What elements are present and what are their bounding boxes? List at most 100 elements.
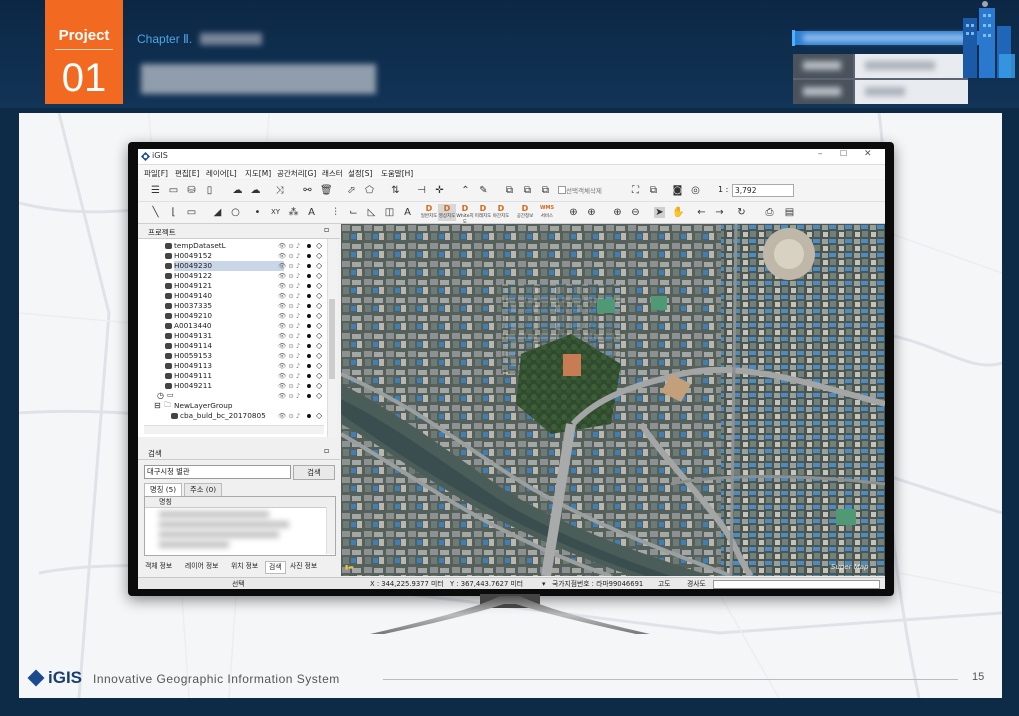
wms-service-button[interactable]: WMS 서비스	[536, 204, 558, 221]
result-item-redacted[interactable]	[159, 531, 279, 538]
tree-row[interactable]: H0049122 👁 ⊙ ♪ ◇	[138, 271, 326, 281]
basemap-spatial-button[interactable]: D 공간정보	[516, 204, 534, 221]
menu-edit[interactable]: 편집[E]	[175, 168, 199, 179]
basemap-white-button[interactable]: D White지도	[456, 204, 474, 225]
result-item-redacted[interactable]	[159, 511, 269, 518]
text-icon[interactable]: A	[306, 207, 317, 218]
gps-icon[interactable]: ⊕	[568, 207, 579, 218]
results-scrollbar[interactable]	[326, 507, 335, 554]
delete-selected-checkbox[interactable]	[558, 186, 566, 194]
visibility-icon[interactable]: 👁 ⊙ ♪	[278, 281, 300, 291]
visibility-icon[interactable]: 👁 ⊙ ♪	[278, 271, 300, 281]
visibility-icon[interactable]: 👁 ⊙ ♪	[278, 341, 300, 351]
tree-row[interactable]: H0049121 👁 ⊙ ♪ ◇	[138, 281, 326, 291]
tree-row[interactable]: H0059153 👁 ⊙ ♪ ◇	[138, 351, 326, 361]
xy-point-icon[interactable]: XY	[270, 207, 281, 218]
draw-point-icon[interactable]: •	[252, 207, 263, 218]
measure-distance-icon[interactable]: ⌙	[348, 207, 359, 218]
draw-line-icon[interactable]: ╲	[150, 207, 161, 218]
zoom-out-icon[interactable]: ⊖	[630, 207, 641, 218]
menu-layer[interactable]: 레이어[L]	[206, 168, 237, 179]
locate-icon[interactable]: ⊕	[586, 207, 597, 218]
pan-hand-icon[interactable]: ✋	[672, 207, 684, 218]
search-panel-minimize[interactable]: ▫	[324, 446, 329, 455]
union-icon[interactable]: ⧉	[504, 185, 515, 196]
delete-icon[interactable]: 🗑	[320, 185, 333, 196]
back-arrow-icon[interactable]: ←	[696, 207, 707, 218]
camera-icon[interactable]: ◙	[672, 185, 683, 196]
measure-point-icon[interactable]: ⫶	[330, 207, 341, 218]
visibility-icon[interactable]: 👁 ⊙ ♪	[278, 241, 300, 251]
tab-address-results[interactable]: 주소 (0)	[184, 483, 223, 496]
menu-file[interactable]: 파일[F]	[144, 168, 168, 179]
cloud-upload-icon[interactable]: ☁	[232, 185, 243, 196]
visibility-icon[interactable]: 👁 ⊙ ♪	[278, 321, 300, 331]
brush-icon[interactable]: ✎	[478, 185, 489, 196]
print-icon[interactable]: ⎙	[764, 207, 775, 218]
minimize-button[interactable]: –	[818, 149, 823, 159]
tab-object-info[interactable]: 객체 정보	[142, 561, 175, 572]
basemap-future-button[interactable]: D 미래지도	[474, 204, 492, 221]
menu-raster[interactable]: 래스터	[322, 168, 343, 179]
menu-help[interactable]: 도움말[H]	[381, 168, 413, 179]
node-icon[interactable]: ⁂	[288, 207, 299, 218]
visibility-icon[interactable]: 👁 ⊙ ♪	[278, 411, 300, 421]
tree-row[interactable]: tempDatasetL 👁 ⊙ ♪ ◇	[138, 241, 326, 251]
visibility-icon[interactable]: 👁 ⊙ ♪	[278, 251, 300, 261]
satellite-map-view[interactable]: Super Map ▮▬	[341, 224, 885, 576]
tree-row[interactable]: H0037335 👁 ⊙ ♪ ◇	[138, 301, 326, 311]
cross-icon[interactable]: ✛	[434, 185, 445, 196]
tree-row[interactable]: H0049140 👁 ⊙ ♪ ◇	[138, 291, 326, 301]
tab-search[interactable]: 검색	[265, 561, 286, 574]
result-item-redacted[interactable]	[159, 521, 289, 528]
tab-location-info[interactable]: 위치 정보	[228, 561, 261, 572]
refresh-icon[interactable]: ↻	[736, 207, 747, 218]
visibility-icon[interactable]: 👁 ⊙ ♪	[278, 381, 300, 391]
edit-node-icon[interactable]: ⬀	[346, 185, 357, 196]
menu-settings[interactable]: 설정[S]	[348, 168, 372, 179]
measure-text-icon[interactable]: A	[402, 207, 413, 218]
menu-map[interactable]: 지도[M]	[245, 168, 271, 179]
visibility-icon[interactable]: 👁 ⊙ ♪	[278, 351, 300, 361]
list-icon[interactable]: ☰	[150, 185, 161, 196]
draw-polyline-icon[interactable]: ⌊	[168, 207, 179, 218]
target-icon[interactable]: ◎	[690, 185, 701, 196]
draw-rectangle-icon[interactable]: ▭	[186, 207, 197, 218]
tab-name-results[interactable]: 명칭 (5)	[144, 483, 183, 496]
collapse-icon[interactable]: ⊟	[154, 401, 161, 410]
reshape-icon[interactable]: ⬠	[364, 185, 375, 196]
measure-area-icon[interactable]: ◺	[366, 207, 377, 218]
tree-row[interactable]: H0049210 👁 ⊙ ♪ ◇	[138, 311, 326, 321]
maximize-button[interactable]: ☐	[840, 149, 847, 158]
angle-icon[interactable]: ⌃	[460, 185, 471, 196]
open-folder-icon[interactable]: ▭	[168, 185, 179, 196]
draw-circle-icon[interactable]: ○	[230, 207, 241, 218]
search-button[interactable]: 검색	[293, 465, 335, 480]
tree-horizontal-scrollbar[interactable]	[144, 425, 324, 434]
forward-arrow-icon[interactable]: →	[714, 207, 725, 218]
tree-row[interactable]: cba_buld_bc_20170805 👁 ⊙ ♪ ◇	[138, 411, 326, 421]
dropdown-arrow-icon[interactable]: ▾	[542, 578, 545, 589]
visibility-icon[interactable]: 👁 ⊙ ♪	[278, 261, 300, 271]
result-item-redacted[interactable]	[159, 541, 229, 548]
tree-row-group[interactable]: ⊟ 🗀 NewLayerGroup	[138, 401, 326, 411]
tree-row[interactable]: H0049111 👁 ⊙ ♪ ◇	[138, 371, 326, 381]
split-line-icon[interactable]: ⊣	[416, 185, 427, 196]
draw-polygon-icon[interactable]: ◢	[212, 207, 223, 218]
intersect-icon[interactable]: ⧉	[522, 185, 533, 196]
close-button[interactable]: ✕	[864, 149, 872, 159]
visibility-icon[interactable]: 👁 ⊙ ♪	[278, 391, 300, 401]
flip-icon[interactable]: ⇅	[390, 185, 401, 196]
link-icon[interactable]: ⚯	[302, 185, 313, 196]
tree-row[interactable]: H0049211 👁 ⊙ ♪ ◇	[138, 381, 326, 391]
tab-layer-info[interactable]: 레이어 정보	[182, 561, 221, 572]
tree-row[interactable]: A0013440 👁 ⊙ ♪ ◇	[138, 321, 326, 331]
export-icon[interactable]: ▤	[784, 207, 795, 218]
tree-row[interactable]: ◷ ▭ 👁 ⊙ ♪ ◇	[138, 391, 326, 401]
document-icon[interactable]: ▯	[204, 185, 215, 196]
shuffle-icon[interactable]: ⤨	[274, 185, 285, 196]
search-input[interactable]: 대구시청 별관	[144, 465, 291, 479]
tree-row-selected[interactable]: H0049230 👁 ⊙ ♪ ◇	[138, 261, 326, 271]
difference-icon[interactable]: ⧉	[540, 185, 551, 196]
tree-row[interactable]: H0049113 👁 ⊙ ♪ ◇	[138, 361, 326, 371]
